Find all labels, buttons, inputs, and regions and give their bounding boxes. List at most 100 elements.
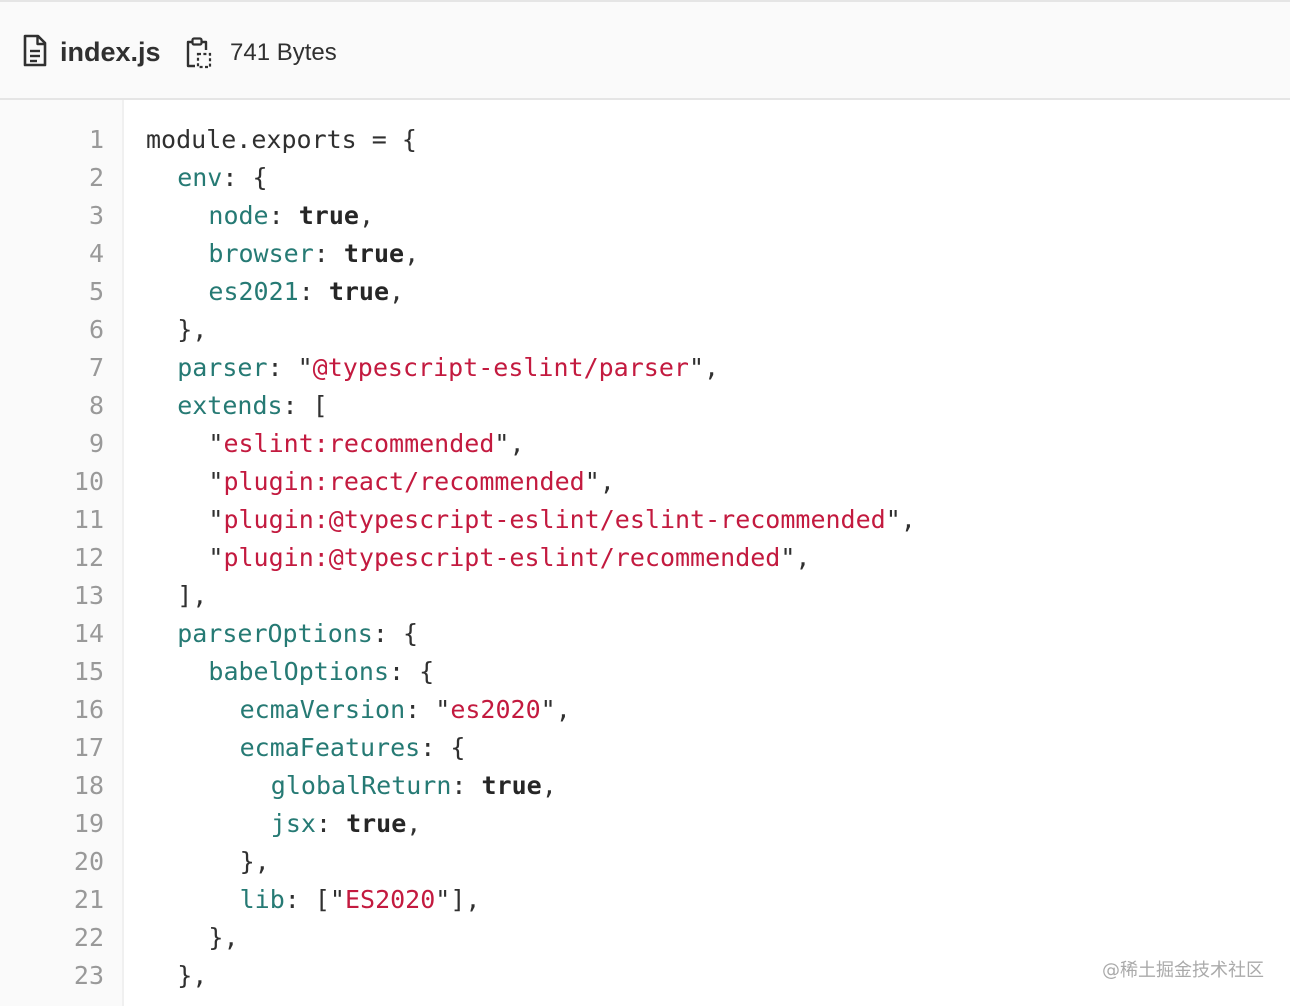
code-token: : [451,771,482,800]
line-code: ], [177,577,207,615]
line-number[interactable]: 21 [0,881,104,919]
line-number[interactable]: 18 [0,767,104,805]
line-number[interactable]: 11 [0,501,104,539]
line-number[interactable]: 15 [0,653,104,691]
line-code: es2021: true, [208,273,404,311]
code-token: }, [239,847,270,876]
code-line: 5 es2021: true, [0,273,1290,311]
code-token: ", [494,429,525,458]
code-token: , [404,239,420,268]
code-token: "], [435,885,481,914]
code-viewer: 1 module.exports = {2 env: {3 node: true, 4 b… [0,100,1290,1006]
code-line: 4 browser: true, [0,235,1290,273]
code-line: 6}, [0,311,1290,349]
line-number[interactable]: 23 [0,957,104,995]
code-token: " [208,429,224,458]
watermark: @稀土掘金技术社区 [1102,960,1264,981]
code-line: 9 "eslint:recommended", [0,425,1290,463]
line-number[interactable]: 16 [0,691,104,729]
line-code: env: { [177,159,267,197]
code-token: es2020 [450,695,541,724]
clipboard-copy-icon[interactable] [185,36,212,70]
line-number[interactable]: 6 [0,311,104,349]
code-token: }, [208,923,239,952]
code-line: 11 "plugin:@typescript-eslint/eslint-reco… [0,501,1290,539]
code-token: " [208,467,224,496]
code-token: , [541,771,557,800]
file-name: index.js [60,37,161,67]
code-token: ", [780,543,811,572]
code-line: 10 "plugin:react/recommended", [0,463,1290,501]
code-token: true [343,239,405,268]
line-code: ecmaVersion: "es2020", [240,691,571,729]
line-code: extends: [ [177,387,328,425]
code-line: 15 babelOptions: { [0,653,1290,691]
line-code: jsx: true, [271,805,422,843]
code-token: : { [420,733,466,762]
line-code: babelOptions: { [208,653,434,691]
line-code: module.exports = { [146,121,417,159]
line-number[interactable]: 4 [0,235,104,273]
code-token: : [268,201,299,230]
code-token: module.exports = { [146,125,417,154]
code-token: : [298,277,329,306]
code-token: babelOptions [208,657,390,686]
line-code: ecmaFeatures: { [240,729,466,767]
line-number[interactable]: 12 [0,539,104,577]
code-token: }, [177,315,208,344]
line-number[interactable]: 20 [0,843,104,881]
code-token: true [298,201,359,230]
line-number[interactable]: 3 [0,197,104,235]
line-code: "eslint:recommended", [208,425,524,463]
code-token: ", [540,695,571,724]
line-code: }, [177,311,207,349]
code-token: : [" [284,885,345,914]
line-number[interactable]: 10 [0,463,104,501]
code-token: true [328,277,390,306]
code-token: es2021 [208,277,299,306]
line-number[interactable]: 19 [0,805,104,843]
code-token: " [208,505,224,534]
line-code: globalReturn: true, [271,767,557,805]
line-number[interactable]: 14 [0,615,104,653]
code-line: 17 ecmaFeatures: { [0,729,1290,767]
line-code: lib: ["ES2020"], [240,881,481,919]
line-number[interactable]: 9 [0,425,104,463]
line-number[interactable]: 17 [0,729,104,767]
code-token: : " [267,353,313,382]
line-number[interactable]: 22 [0,919,104,957]
code-token: node [208,201,269,230]
line-code: }, [208,919,238,957]
code-line: 3 node: true, [0,197,1290,235]
line-code: "plugin:@typescript-eslint/recommended", [208,539,810,577]
code-line: 16 ecmaVersion: "es2020", [0,691,1290,729]
code-token: globalReturn [270,771,452,800]
line-number[interactable]: 5 [0,273,104,311]
code-token: : " [405,695,451,724]
line-number[interactable]: 2 [0,159,104,197]
code-line: 21 lib: ["ES2020"], [0,881,1290,919]
code-token: " [208,543,224,572]
code-token: ", [688,353,720,382]
line-number[interactable]: 1 [0,121,104,159]
code-token: parserOptions [177,619,373,648]
code-token: ecmaVersion [239,695,406,724]
line-number[interactable]: 7 [0,349,104,387]
code-token: env [177,163,223,192]
code-token: ecmaFeatures [239,733,421,762]
code-token: : { [372,619,419,648]
code-token: }, [177,961,208,990]
line-code: "plugin:@typescript-eslint/eslint-recomm… [208,501,915,539]
code-line: 19 jsx: true, [0,805,1290,843]
code-token: , [389,277,405,306]
code-line: 14 parserOptions: { [0,615,1290,653]
code-token: ", [584,467,615,496]
code-line: 20}, [0,843,1290,881]
line-number[interactable]: 13 [0,577,104,615]
code-token: : [ [282,391,328,420]
code-token: ", [885,505,916,534]
line-number[interactable]: 8 [0,387,104,425]
file-size: 741 Bytes [230,39,337,66]
code-token: plugin:react/recommended [223,467,585,496]
code-token: true [346,809,407,838]
